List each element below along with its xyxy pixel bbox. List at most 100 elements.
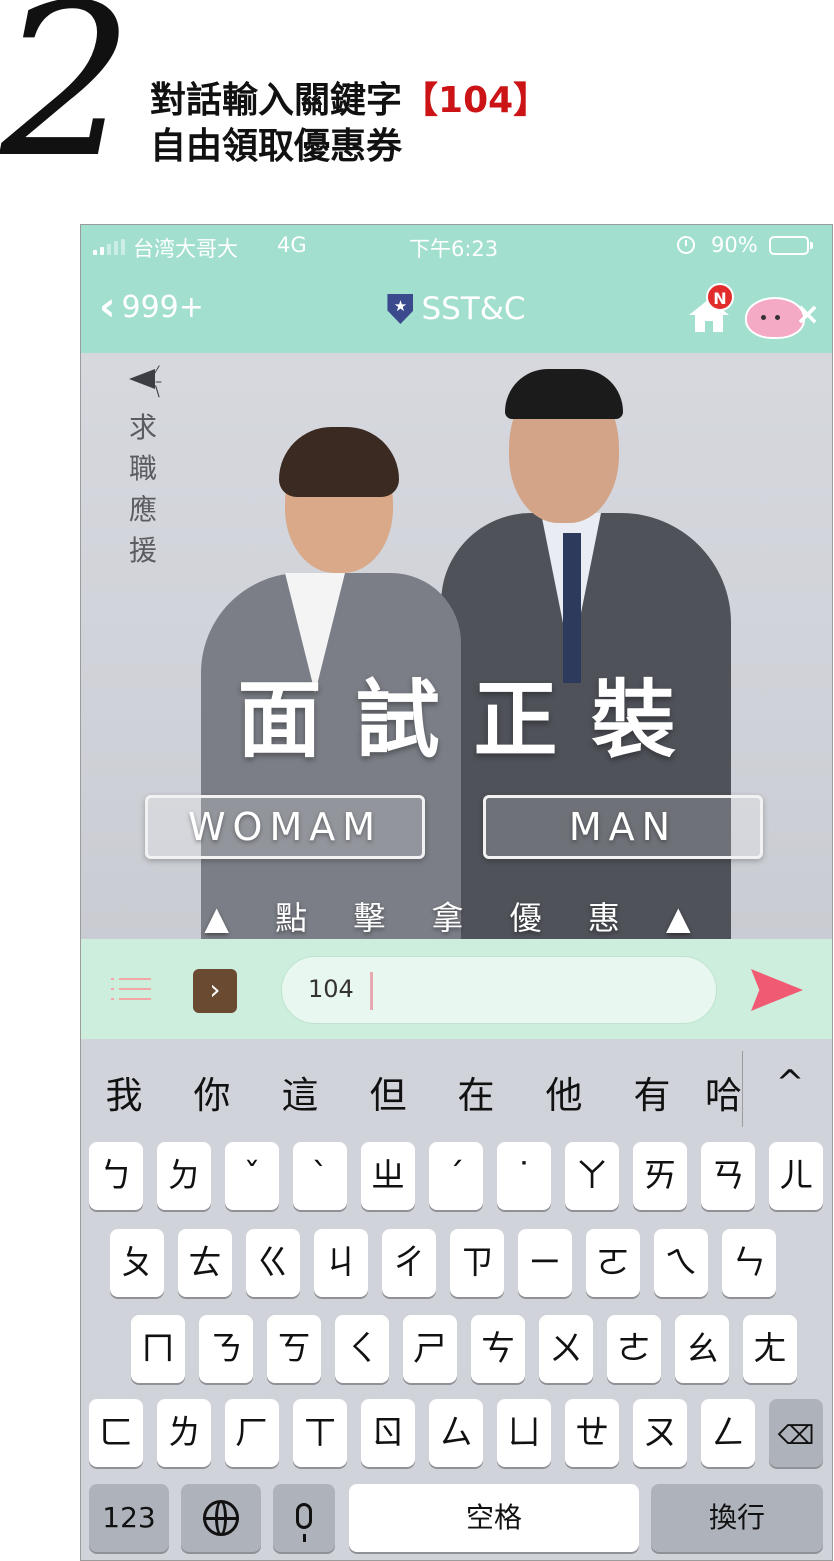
key-zhuyin[interactable]: ㄚ (565, 1142, 619, 1210)
microphone-icon (296, 1502, 312, 1542)
key-zhuyin[interactable]: ㄘ (471, 1315, 525, 1383)
chat-header: ‹ 999+ ★ SST&C N × (81, 267, 832, 353)
key-zhuyin[interactable]: ㄔ (382, 1229, 436, 1297)
expand-arrow-icon[interactable]: › (193, 969, 237, 1013)
numbers-key[interactable]: 123 (89, 1484, 169, 1552)
man-button[interactable]: MAN (483, 795, 763, 859)
status-bar: 台湾大哥大 4G 下午6:23 90% (81, 225, 832, 267)
key-zhuyin[interactable]: ㄩ (497, 1399, 551, 1467)
key-zhuyin[interactable]: ㄇ (131, 1315, 185, 1383)
return-key[interactable]: 換行 (651, 1484, 823, 1552)
chat-title-text: SST&C (421, 291, 526, 327)
candidate-expand-icon[interactable]: ^ (765, 1063, 815, 1103)
key-zhuyin[interactable]: ㄠ (675, 1315, 729, 1383)
candidate-word[interactable]: 有 (627, 1065, 677, 1119)
candidate-word[interactable]: 你 (187, 1065, 237, 1119)
instruction-line-2: 自由領取優惠券 (150, 126, 403, 167)
shield-icon: ★ (387, 294, 414, 324)
key-zhuyin[interactable]: ㄒ (293, 1399, 347, 1467)
key-zhuyin[interactable]: ㄏ (225, 1399, 279, 1467)
megaphone-icon: ⁄ – \ (121, 365, 169, 399)
step-number: 2 (0, 0, 134, 204)
key-zhuyin[interactable]: ㄧ (518, 1229, 572, 1297)
key-zhuyin[interactable]: ㄝ (565, 1399, 619, 1467)
instruction-text: 對話輸入關鍵字【104】 自由領取優惠券 (150, 78, 549, 170)
send-icon[interactable] (751, 969, 803, 1011)
key-zhuyin[interactable]: ㄅ (89, 1142, 143, 1210)
candidate-word[interactable]: 我 (99, 1065, 149, 1119)
key-zhuyin[interactable]: ˊ (429, 1142, 483, 1210)
claim-offer-text[interactable]: ▲ 點 擊 拿 優 惠 ▲ (81, 893, 832, 939)
candidate-word[interactable]: 哈 (705, 1065, 742, 1119)
message-text: 104 (308, 975, 354, 1003)
key-zhuyin[interactable]: ㄨ (539, 1315, 593, 1383)
candidate-word[interactable]: 這 (275, 1065, 325, 1119)
side-char: 應 (128, 493, 157, 526)
alarm-icon (677, 236, 695, 254)
key-zhuyin[interactable]: ㄆ (110, 1229, 164, 1297)
carrier-name: 台湾大哥大 (133, 237, 238, 261)
key-zhuyin[interactable]: ˙ (497, 1142, 551, 1210)
key-zhuyin[interactable]: ㄊ (178, 1229, 232, 1297)
candidate-word[interactable]: 在 (451, 1065, 501, 1119)
banner-side-text: 求 職 應 援 (123, 407, 163, 571)
battery-icon (769, 236, 813, 255)
instruction-line-1-prefix: 對話輸入關鍵字 (150, 80, 403, 121)
key-zhuyin[interactable]: ㄣ (722, 1229, 776, 1297)
network-type: 4G (277, 233, 307, 257)
candidate-bar: 我 你 這 但 在 他 有 哈 ^ (81, 1039, 832, 1139)
side-char: 求 (128, 411, 157, 444)
globe-icon (203, 1499, 239, 1536)
key-zhuyin[interactable]: ㄐ (314, 1229, 368, 1297)
message-input[interactable]: 104 (281, 956, 717, 1024)
key-zhuyin[interactable]: ㄡ (633, 1399, 687, 1467)
woman-button[interactable]: WOMAM (145, 795, 425, 859)
instruction-line-1: 對話輸入關鍵字【104】 (150, 78, 549, 124)
side-char: 援 (128, 534, 157, 567)
key-zhuyin[interactable]: ㄖ (361, 1399, 415, 1467)
candidate-word[interactable]: 他 (539, 1065, 589, 1119)
globe-key[interactable] (181, 1484, 261, 1552)
status-time: 下午6:23 (409, 237, 499, 261)
candidate-word[interactable]: 但 (363, 1065, 413, 1119)
battery-percent: 90% (711, 233, 758, 257)
backspace-icon: ⌫ (777, 1421, 815, 1451)
backspace-key[interactable]: ⌫ (769, 1399, 823, 1467)
key-zhuyin[interactable]: ㄗ (450, 1229, 504, 1297)
key-zhuyin[interactable]: ㄓ (361, 1142, 415, 1210)
signal-icon (93, 239, 125, 255)
message-input-bar: › 104 (81, 939, 832, 1039)
key-zhuyin[interactable]: ㄥ (701, 1399, 755, 1467)
instruction-keyword: 【104】 (402, 80, 550, 121)
notification-badge: N (706, 283, 734, 311)
candidate-divider (742, 1051, 743, 1127)
zhuyin-keyboard: 我 你 這 但 在 他 有 哈 ^ ㄅ ㄉ ˇ ˋ ㄓ ˊ ˙ ㄚ ㄞ ㄢ ㄦ … (81, 1039, 832, 1560)
key-zhuyin[interactable]: ㄛ (586, 1229, 640, 1297)
key-zhuyin[interactable]: ㄢ (701, 1142, 755, 1210)
key-zhuyin[interactable]: ㄟ (654, 1229, 708, 1297)
phone-screen: 台湾大哥大 4G 下午6:23 90% ‹ 999+ ★ SST&C N × ⁄… (80, 224, 833, 1561)
key-zhuyin[interactable]: ㄦ (769, 1142, 823, 1210)
key-zhuyin[interactable]: ㄍ (246, 1229, 300, 1297)
space-key[interactable]: 空格 (349, 1484, 639, 1552)
key-zhuyin[interactable]: ˋ (293, 1142, 347, 1210)
key-zhuyin[interactable]: ㄋ (199, 1315, 253, 1383)
menu-icon[interactable] (111, 972, 151, 1006)
key-zhuyin[interactable]: ㄈ (89, 1399, 143, 1467)
key-zhuyin[interactable]: ㄞ (633, 1142, 687, 1210)
key-zhuyin[interactable]: ㄤ (743, 1315, 797, 1383)
key-zhuyin[interactable]: ㄑ (335, 1315, 389, 1383)
close-icon[interactable]: × (795, 297, 820, 332)
key-zhuyin[interactable]: ˇ (225, 1142, 279, 1210)
side-char: 職 (128, 452, 157, 485)
banner-headline: 面試正裝 (237, 671, 710, 769)
key-zhuyin[interactable]: ㄕ (403, 1315, 457, 1383)
key-zhuyin[interactable]: ㄙ (429, 1399, 483, 1467)
key-zhuyin[interactable]: ㄎ (267, 1315, 321, 1383)
text-cursor (370, 972, 373, 1010)
dictation-key[interactable] (273, 1484, 335, 1552)
key-zhuyin[interactable]: ㄜ (607, 1315, 661, 1383)
key-zhuyin[interactable]: ㄌ (157, 1399, 211, 1467)
promo-banner[interactable]: ⁄ – \ 求 職 應 援 面試正裝 WOMAM MAN ▲ 點 擊 拿 優 惠 ▲ (81, 353, 832, 939)
key-zhuyin[interactable]: ㄉ (157, 1142, 211, 1210)
